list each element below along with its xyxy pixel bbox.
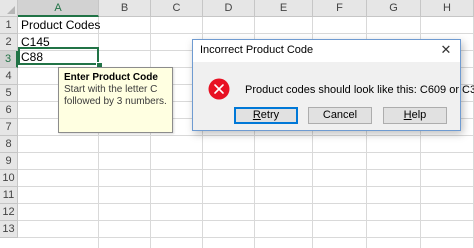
retry-button[interactable]: Retry: [234, 107, 298, 124]
help-accelerator: H: [403, 109, 412, 121]
active-cell-border[interactable]: [18, 47, 99, 65]
gridline: [18, 169, 474, 170]
row-header-6[interactable]: 6: [0, 102, 18, 119]
column-header-e[interactable]: E: [255, 0, 313, 17]
row-header-10[interactable]: 10: [0, 170, 18, 187]
gridline: [18, 203, 474, 204]
help-button[interactable]: Help: [383, 107, 447, 124]
help-label: elp: [411, 109, 427, 121]
gridline: [18, 152, 474, 153]
input-message-title: Enter Product Code: [64, 72, 158, 83]
dialog-titlebar[interactable]: Incorrect Product Code ✕: [193, 40, 460, 62]
column-header-a[interactable]: A: [18, 0, 99, 17]
cancel-button[interactable]: Cancel: [308, 107, 372, 124]
gridline: [18, 186, 474, 187]
dialog-message: Product codes should look like this: C60…: [245, 84, 474, 96]
row-header-9[interactable]: 9: [0, 153, 18, 170]
close-icon[interactable]: ✕: [438, 42, 454, 58]
retry-label: etry: [260, 109, 280, 121]
column-header-d[interactable]: D: [203, 0, 255, 17]
select-all-triangle-icon: [7, 6, 15, 14]
retry-accelerator: R: [252, 109, 261, 121]
column-header-b[interactable]: B: [99, 0, 151, 17]
column-header-c[interactable]: C: [151, 0, 203, 17]
dialog-button-row: Retry Cancel Help: [193, 105, 460, 130]
error-alert-dialog: Incorrect Product Code ✕ Product codes s…: [192, 39, 474, 131]
row-header-5[interactable]: 5: [0, 85, 18, 102]
row-header-3[interactable]: 3: [0, 51, 18, 68]
dialog-title: Incorrect Product Code: [200, 44, 314, 56]
gridline: [18, 237, 474, 238]
gridline: [18, 220, 474, 221]
column-header-g[interactable]: G: [367, 0, 421, 17]
row-header-8[interactable]: 8: [0, 136, 18, 153]
column-header-h[interactable]: H: [421, 0, 474, 17]
row-header-12[interactable]: 12: [0, 204, 18, 221]
row-header-7[interactable]: 7: [0, 119, 18, 136]
row-header-13[interactable]: 13: [0, 221, 18, 238]
row-header-11[interactable]: 11: [0, 187, 18, 204]
select-all-corner[interactable]: [0, 0, 18, 17]
row-header-1[interactable]: 1: [0, 17, 18, 34]
error-x-icon: [208, 78, 230, 100]
row-header-4[interactable]: 4: [0, 68, 18, 85]
input-message-body: Start with the letter C followed by 3 nu…: [64, 84, 167, 107]
cell-a1[interactable]: Product Codes: [21, 17, 100, 34]
row-header-2[interactable]: 2: [0, 34, 18, 51]
column-header-f[interactable]: F: [313, 0, 367, 17]
gridline: [18, 135, 474, 136]
input-message-tooltip: Enter Product Code Start with the letter…: [58, 67, 173, 133]
